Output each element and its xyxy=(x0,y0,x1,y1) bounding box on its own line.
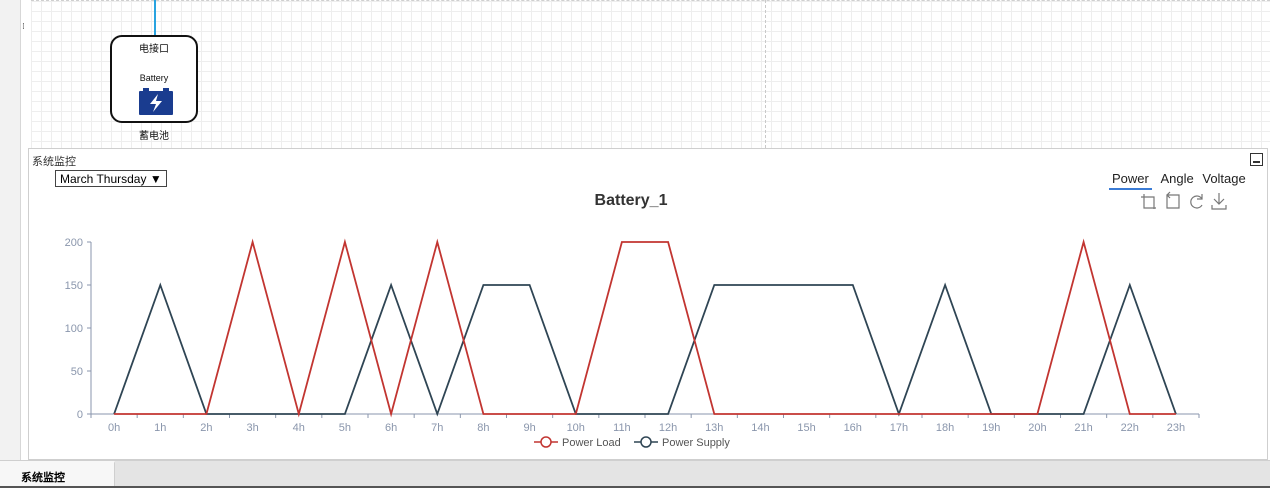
diagram-canvas[interactable] xyxy=(31,0,1270,149)
legend-marker-power-load xyxy=(540,436,552,448)
tab-voltage[interactable]: Voltage xyxy=(1202,171,1245,188)
x-tick-label: 14h xyxy=(751,422,769,434)
tab-angle[interactable]: Angle xyxy=(1160,171,1193,188)
system-monitor-panel: Battery_1 0 50 100 150 200 0h 1h 2h 3h 4h 5h 6h 7h 8h 9… xyxy=(28,148,1268,460)
tab-system-monitor[interactable]: 系统监控 xyxy=(0,461,115,487)
x-tick-label: 16h xyxy=(844,422,862,434)
legend-label-power-supply: Power Supply xyxy=(662,437,730,449)
x-tick-label: 4h xyxy=(293,422,305,434)
legend-marker-power-supply xyxy=(640,436,652,448)
x-tick-label: 19h xyxy=(982,422,1000,434)
x-tick-label: 2h xyxy=(200,422,212,434)
y-tick-label: 0 xyxy=(77,409,83,421)
minimize-icon xyxy=(1253,161,1260,163)
port-label: 电接口 xyxy=(139,44,169,55)
device-chinese-name: 蓄电池 xyxy=(139,131,169,142)
x-tick-label: 5h xyxy=(339,422,351,434)
drag-handle-icon[interactable]: ⁞ xyxy=(22,22,25,32)
y-tick-label: 150 xyxy=(65,280,83,292)
x-tick-label: 10h xyxy=(567,422,585,434)
bottom-tab-bar: 系统监控 xyxy=(0,460,1270,488)
battery-icon xyxy=(139,88,173,115)
x-tick-label: 18h xyxy=(936,422,954,434)
zoom-icon[interactable] xyxy=(1141,194,1156,209)
x-tick-label: 3h xyxy=(246,422,258,434)
legend-label-power-load: Power Load xyxy=(562,437,621,449)
x-tick-label: 0h xyxy=(108,422,120,434)
x-tick-label: 12h xyxy=(659,422,677,434)
zoom-reset-icon[interactable] xyxy=(1166,191,1180,209)
x-tick-label: 23h xyxy=(1167,422,1185,434)
restore-icon[interactable] xyxy=(1190,194,1203,209)
chart-title: Battery_1 xyxy=(595,192,668,209)
x-tick-label: 17h xyxy=(890,422,908,434)
x-tick-label: 15h xyxy=(797,422,815,434)
connector-line[interactable] xyxy=(154,0,156,35)
series-line-power-load xyxy=(114,238,1176,418)
chart-svg: Battery_1 0 50 100 150 200 0h 1h 2h 3h 4h 5h 6h 7h 8h 9… xyxy=(65,191,1227,449)
series-line-power-supply xyxy=(113,282,1177,417)
y-tick-label: 200 xyxy=(65,237,83,249)
panel-title: 系统监控 xyxy=(32,155,76,168)
y-tick-label: 100 xyxy=(65,323,83,335)
x-tick-label: 22h xyxy=(1121,422,1139,434)
x-tick-label: 20h xyxy=(1028,422,1046,434)
save-image-icon[interactable] xyxy=(1211,193,1227,210)
day-select[interactable]: March Thursday ▼ xyxy=(55,170,167,187)
x-tick-label: 11h xyxy=(613,422,631,434)
device-english-name: Battery xyxy=(139,73,169,83)
x-tick-label: 6h xyxy=(385,422,397,434)
x-tick-label: 21h xyxy=(1074,422,1092,434)
page-divider xyxy=(765,0,766,148)
metric-tabs: Power Angle Voltage xyxy=(1109,171,1251,190)
left-side-strip xyxy=(0,0,21,460)
battery-device-node[interactable]: 电接口 Battery xyxy=(110,35,198,123)
tab-power[interactable]: Power xyxy=(1109,171,1152,190)
y-tick-label: 50 xyxy=(71,366,83,378)
x-tick-label: 7h xyxy=(431,422,443,434)
x-tick-label: 8h xyxy=(477,422,489,434)
x-tick-label: 13h xyxy=(705,422,723,434)
minimize-button[interactable] xyxy=(1250,153,1263,166)
x-tick-label: 9h xyxy=(523,422,535,434)
x-tick-label: 1h xyxy=(154,422,166,434)
